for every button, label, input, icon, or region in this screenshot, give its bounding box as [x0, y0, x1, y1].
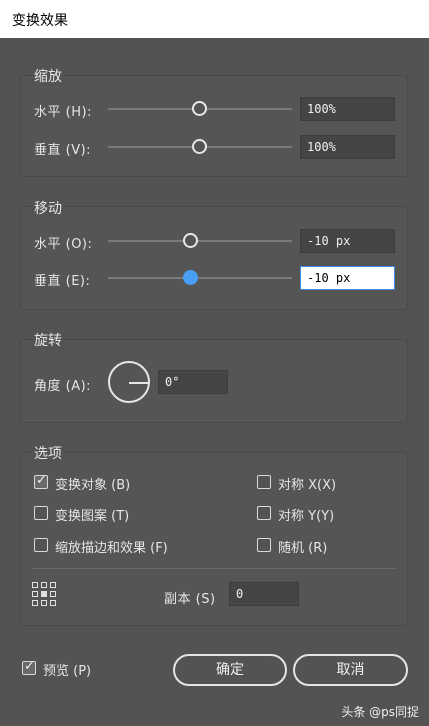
move-horizontal-thumb[interactable]: [183, 233, 198, 248]
reflect-y-label[interactable]: 对称 Y(Y): [278, 505, 334, 524]
ref-point-tc[interactable]: [41, 582, 47, 588]
rotate-angle-input[interactable]: 0°: [158, 370, 228, 394]
move-vertical-track[interactable]: [108, 277, 292, 279]
scale-vertical-label: 垂直 (V):: [34, 143, 92, 158]
transform-objects-checkbox[interactable]: [34, 473, 48, 489]
move-vertical-label: 垂直 (E):: [34, 274, 91, 289]
move-group: [20, 206, 408, 310]
random-label[interactable]: 随机 (R): [278, 537, 327, 556]
move-horizontal-track[interactable]: [108, 240, 292, 242]
angle-dial[interactable]: [108, 361, 150, 403]
move-horizontal-input[interactable]: -10 px: [300, 229, 395, 253]
scale-group: [20, 75, 408, 177]
cancel-button[interactable]: 取消: [293, 654, 408, 686]
scale-strokes-label[interactable]: 缩放描边和效果 (F): [55, 537, 168, 556]
angle-needle: [129, 382, 149, 384]
reflect-y-checkbox[interactable]: [257, 506, 271, 520]
move-legend: 移动: [32, 198, 64, 218]
ref-point-ml[interactable]: [32, 591, 38, 597]
ref-point-center[interactable]: [41, 591, 47, 597]
scale-horizontal-thumb[interactable]: [192, 101, 207, 116]
move-vertical-thumb[interactable]: [183, 270, 198, 285]
options-divider: [32, 568, 396, 569]
ref-point-tr[interactable]: [50, 582, 56, 588]
transform-patterns-checkbox[interactable]: [34, 506, 48, 520]
scale-horizontal-label: 水平 (H):: [34, 105, 92, 120]
transform-objects-label[interactable]: 变换对象 (B): [55, 474, 130, 493]
random-checkbox[interactable]: [257, 538, 271, 552]
reference-point-icon[interactable]: [32, 582, 56, 606]
rotate-legend: 旋转: [32, 330, 64, 350]
scale-horizontal-input[interactable]: 100%: [300, 97, 395, 121]
copies-input[interactable]: 0: [229, 582, 299, 606]
ref-point-bl[interactable]: [32, 600, 38, 606]
title-bar: 变换效果: [0, 0, 429, 38]
ref-point-bc[interactable]: [41, 600, 47, 606]
preview-checkbox[interactable]: [22, 659, 36, 675]
transform-patterns-label[interactable]: 变换图案 (T): [55, 505, 129, 524]
scale-strokes-checkbox[interactable]: [34, 538, 48, 552]
options-legend: 选项: [32, 443, 64, 463]
scale-vertical-thumb[interactable]: [192, 139, 207, 154]
move-horizontal-label: 水平 (O):: [34, 237, 93, 252]
ref-point-mr[interactable]: [50, 591, 56, 597]
preview-label[interactable]: 预览 (P): [43, 660, 91, 679]
ok-button[interactable]: 确定: [173, 654, 287, 686]
reflect-x-checkbox[interactable]: [257, 475, 271, 489]
rotate-angle-label: 角度 (A):: [34, 379, 92, 394]
ref-point-br[interactable]: [50, 600, 56, 606]
scale-legend: 缩放: [32, 66, 64, 86]
scale-vertical-input[interactable]: 100%: [300, 135, 395, 159]
reflect-x-label[interactable]: 对称 X(X): [278, 474, 336, 493]
window-title: 变换效果: [12, 13, 68, 29]
ref-point-tl[interactable]: [32, 582, 38, 588]
copies-label: 副本 (S): [164, 592, 216, 607]
move-vertical-input[interactable]: -10 px: [300, 266, 395, 290]
watermark: 头条 @ps同捉: [341, 705, 419, 719]
